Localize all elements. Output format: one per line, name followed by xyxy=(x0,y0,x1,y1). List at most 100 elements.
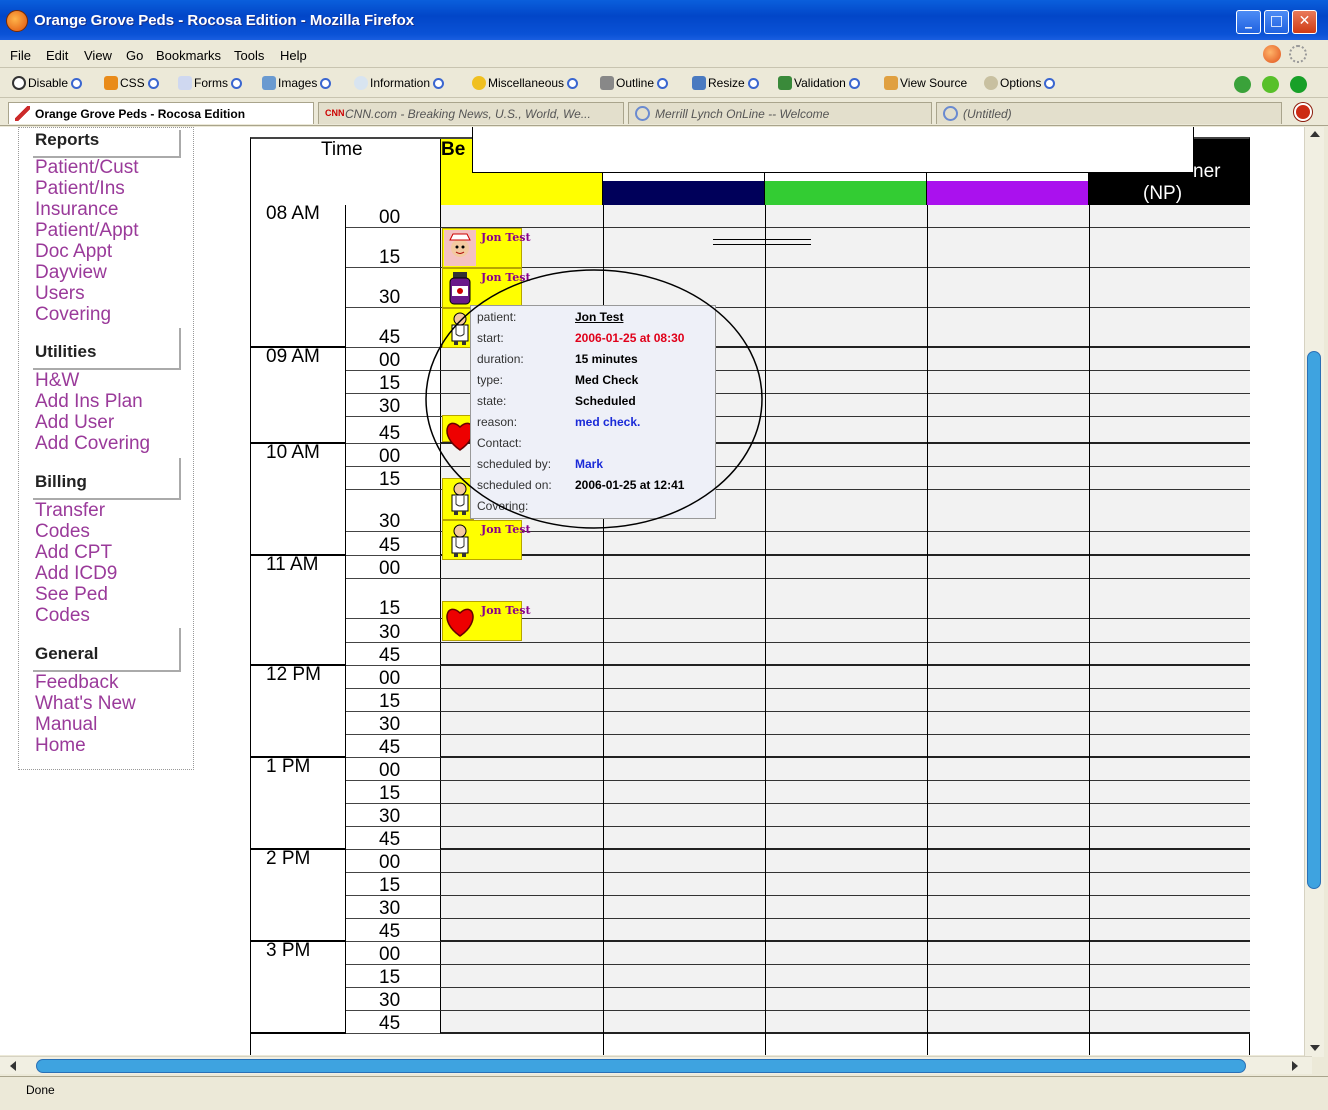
horizontal-scrollbar[interactable] xyxy=(0,1056,1312,1074)
link-patient-cust[interactable]: Patient/Cust xyxy=(35,157,139,179)
vertical-scroll-thumb[interactable] xyxy=(1307,351,1321,889)
resize-handle xyxy=(713,239,811,245)
close-button[interactable]: ✕ xyxy=(1292,10,1317,34)
link-insurance[interactable]: Insurance xyxy=(35,199,118,221)
maximize-button[interactable]: □ xyxy=(1264,10,1289,34)
link-ped-codes[interactable]: Codes xyxy=(35,605,90,627)
toolbar-view-source[interactable]: View Source xyxy=(884,76,967,90)
scroll-up-arrow[interactable] xyxy=(1310,131,1320,137)
firefox-icon xyxy=(6,10,28,32)
menu-bookmarks[interactable]: Bookmarks xyxy=(156,48,221,63)
slot-row[interactable] xyxy=(441,579,1250,619)
menu-help[interactable]: Help xyxy=(280,48,307,63)
toolbar-validation[interactable]: Validation xyxy=(778,76,860,90)
menu-go[interactable]: Go xyxy=(126,48,143,63)
column-divider xyxy=(1089,205,1090,1055)
scroll-right-arrow[interactable] xyxy=(1292,1061,1298,1071)
minute-cell: 30 xyxy=(346,804,441,827)
link-patient-ins[interactable]: Patient/Ins xyxy=(35,178,125,200)
hour-label: 2 PM xyxy=(266,848,311,869)
heart-icon xyxy=(444,603,476,639)
minute-label: 45 xyxy=(379,921,401,942)
link-codes[interactable]: Codes xyxy=(35,521,90,543)
link-whats-new[interactable]: What's New xyxy=(35,693,136,715)
link-manual[interactable]: Manual xyxy=(35,714,97,736)
toolbar-disable[interactable]: Disable xyxy=(12,76,83,90)
link-covering[interactable]: Covering xyxy=(35,304,111,326)
toolbar-outline[interactable]: Outline xyxy=(600,76,669,90)
slot-row[interactable] xyxy=(441,804,1250,827)
slot-row[interactable] xyxy=(441,827,1250,850)
menu-edit[interactable]: Edit xyxy=(46,48,68,63)
hour-label: 1 PM xyxy=(266,756,311,777)
slot-row[interactable] xyxy=(441,781,1250,804)
toolbar-images[interactable]: Images xyxy=(262,76,332,90)
link-doc-appt[interactable]: Doc Appt xyxy=(35,241,112,263)
slot-row[interactable] xyxy=(441,1011,1250,1034)
toolbar-forms[interactable]: Forms xyxy=(178,76,242,90)
appointment-block[interactable]: Jon Test xyxy=(442,228,531,268)
link-users[interactable]: Users xyxy=(35,283,85,305)
link-see-ped[interactable]: See Ped xyxy=(35,584,108,606)
slot-row[interactable] xyxy=(441,712,1250,735)
minute-cell: 00 xyxy=(346,758,441,781)
tab-cnn[interactable]: CNN CNN.com - Breaking News, U.S., World,… xyxy=(318,102,624,124)
toolbar-css[interactable]: CSS xyxy=(104,76,159,90)
menu-tools[interactable]: Tools xyxy=(234,48,264,63)
link-home[interactable]: Home xyxy=(35,735,86,757)
toolbar-resize[interactable]: Resize xyxy=(692,76,759,90)
tab-orange-grove[interactable]: Orange Grove Peds - Rocosa Edition xyxy=(8,102,314,124)
slot-row[interactable] xyxy=(441,689,1250,712)
minute-cell: 45 xyxy=(346,643,441,666)
appointment-block[interactable]: Jon Test xyxy=(442,601,531,641)
toolbar-miscellaneous[interactable]: Miscellaneous xyxy=(472,76,579,90)
scroll-left-arrow[interactable] xyxy=(10,1061,16,1071)
slot-row[interactable] xyxy=(441,643,1250,666)
slot-row[interactable] xyxy=(441,850,1250,873)
link-add-user[interactable]: Add User xyxy=(35,412,114,434)
web-developer-toolbar: Disable CSS Forms Images Information Mis… xyxy=(0,70,1328,98)
minute-label: 30 xyxy=(379,898,401,919)
slot-row[interactable] xyxy=(441,619,1250,643)
toolbar-information[interactable]: Information xyxy=(354,76,445,90)
link-add-icd9[interactable]: Add ICD9 xyxy=(35,563,117,585)
menu-bar: File Edit View Go Bookmarks Tools Help xyxy=(0,44,1328,68)
slot-row[interactable] xyxy=(441,758,1250,781)
link-patient-appt[interactable]: Patient/Appt xyxy=(35,220,139,242)
slot-row[interactable] xyxy=(441,896,1250,919)
minute-cell: 45 xyxy=(346,827,441,850)
link-add-ins-plan[interactable]: Add Ins Plan xyxy=(35,391,143,413)
minimize-button[interactable]: _ xyxy=(1236,10,1261,34)
slot-row[interactable] xyxy=(441,228,1250,268)
status-bar: Done xyxy=(0,1076,1328,1110)
close-tab-icon[interactable] xyxy=(1294,103,1312,121)
link-add-covering[interactable]: Add Covering xyxy=(35,433,150,455)
slot-row[interactable] xyxy=(441,205,1250,228)
extension-icon[interactable] xyxy=(1263,45,1281,63)
time-header: Time xyxy=(251,139,441,205)
link-feedback[interactable]: Feedback xyxy=(35,672,118,694)
vertical-scrollbar[interactable] xyxy=(1304,127,1324,1057)
link-h-and-w[interactable]: H&W xyxy=(35,370,79,392)
slot-row[interactable] xyxy=(441,556,1250,579)
menu-view[interactable]: View xyxy=(84,48,112,63)
tab-untitled[interactable]: (Untitled) xyxy=(936,102,1282,124)
slot-row[interactable] xyxy=(441,965,1250,988)
horizontal-scroll-thumb[interactable] xyxy=(36,1059,1246,1073)
title-bar: Orange Grove Peds - Rocosa Edition - Moz… xyxy=(0,0,1328,40)
link-dayview[interactable]: Dayview xyxy=(35,262,107,284)
slot-row[interactable] xyxy=(441,873,1250,896)
tab-merrill-lynch[interactable]: Merrill Lynch OnLine -- Welcome xyxy=(628,102,932,124)
slot-row[interactable] xyxy=(441,988,1250,1011)
slot-row[interactable] xyxy=(441,735,1250,758)
slot-row[interactable] xyxy=(441,942,1250,965)
toolbar-options[interactable]: Options xyxy=(984,76,1056,90)
menu-file[interactable]: File xyxy=(10,48,31,63)
slot-row[interactable] xyxy=(441,919,1250,942)
minute-cell: 15 xyxy=(346,579,441,619)
minute-label: 15 xyxy=(379,247,401,268)
scroll-down-arrow[interactable] xyxy=(1310,1045,1320,1051)
link-add-cpt[interactable]: Add CPT xyxy=(35,542,112,564)
slot-row[interactable] xyxy=(441,666,1250,689)
link-transfer[interactable]: Transfer xyxy=(35,500,105,522)
